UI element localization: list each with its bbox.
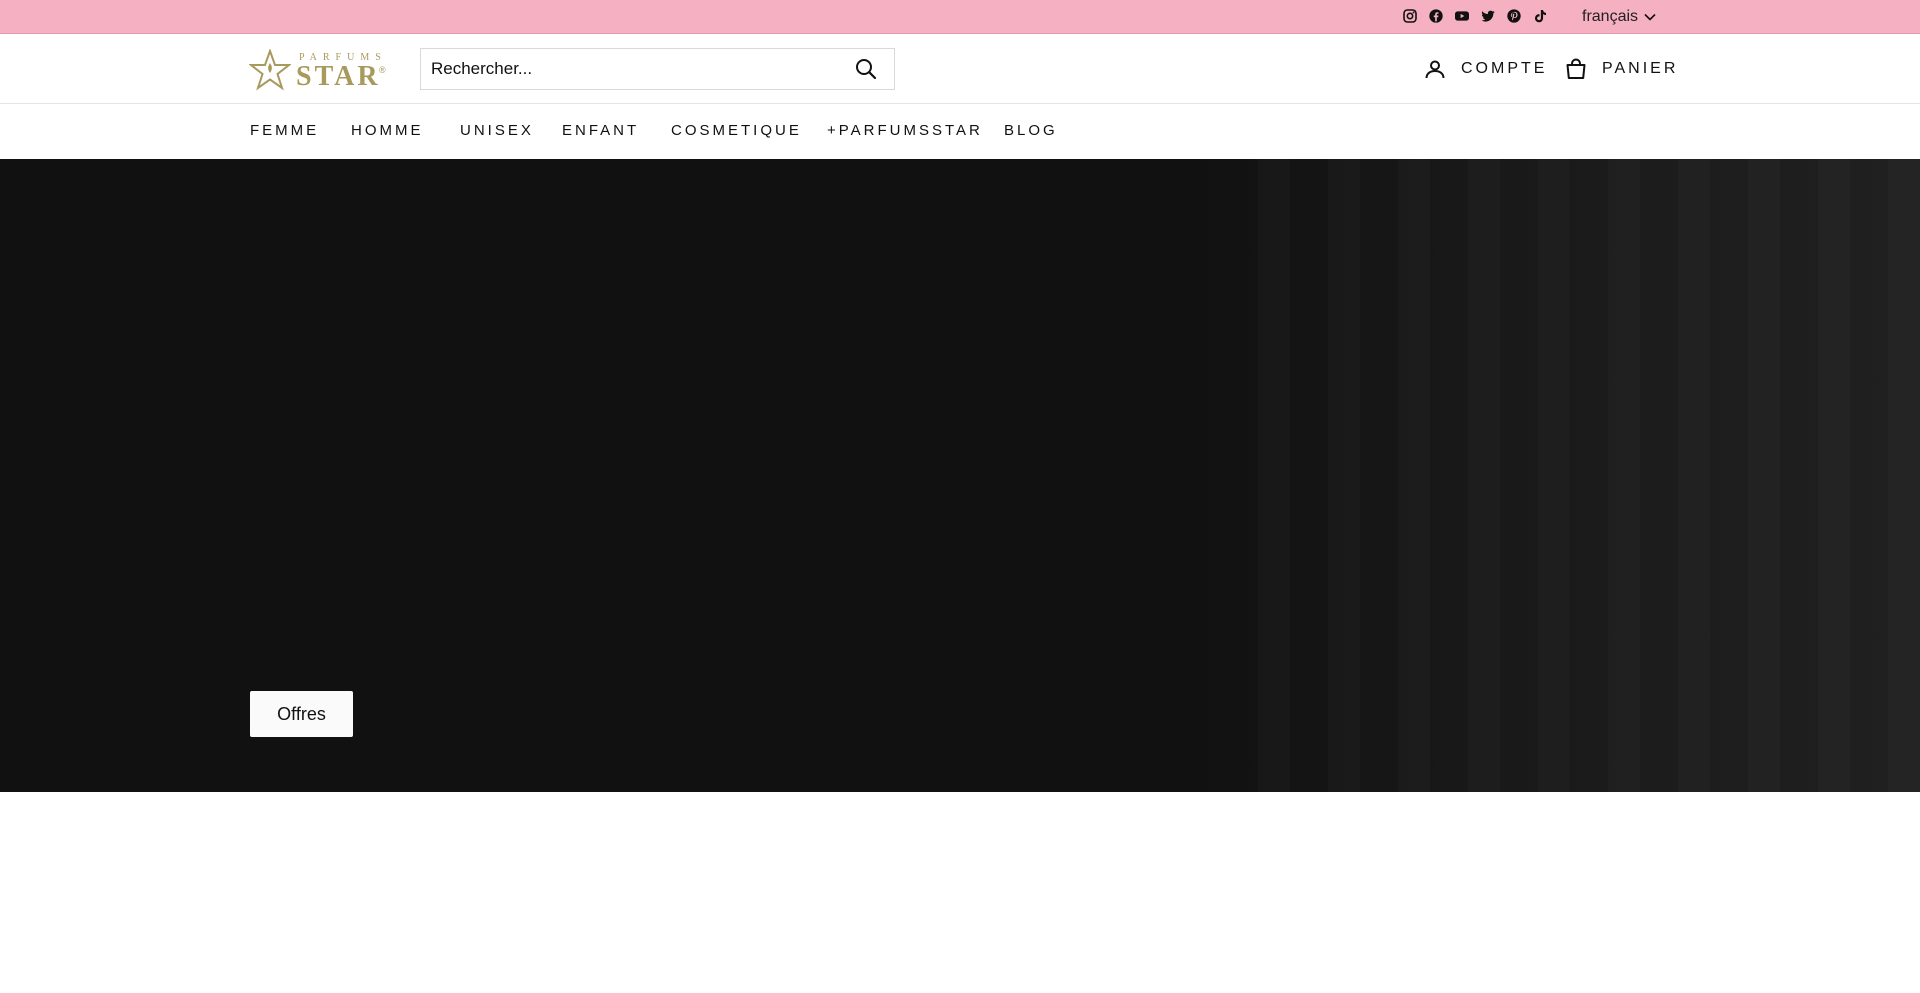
star-logo-icon <box>249 49 291 91</box>
language-selector[interactable]: français <box>1582 7 1656 27</box>
chevron-down-icon <box>1644 13 1656 21</box>
shopping-bag-icon <box>1566 58 1586 79</box>
language-label: français <box>1582 8 1639 25</box>
search-button[interactable] <box>838 49 894 89</box>
hero-banner: Offres <box>0 159 1920 792</box>
account-link[interactable]: COMPTE <box>1423 56 1547 82</box>
twitter-icon[interactable] <box>1479 7 1497 25</box>
user-icon <box>1425 60 1445 79</box>
cart-link[interactable]: PANIER <box>1564 56 1678 82</box>
nav-item-unisex[interactable]: UNISEX <box>460 122 534 139</box>
site-header: PARFUMS STAR ® COMPTE PANIER <box>0 34 1920 104</box>
logo-main-text: STAR <box>296 61 381 92</box>
youtube-icon[interactable] <box>1453 7 1471 25</box>
facebook-icon[interactable] <box>1427 7 1445 25</box>
nav-item-blog[interactable]: BLOG <box>1004 122 1058 139</box>
account-label: COMPTE <box>1461 60 1548 77</box>
main-nav: FEMME HOMME UNISEX ENFANT COSMETIQUE +PA… <box>0 105 1920 159</box>
nav-item-enfant[interactable]: ENFANT <box>562 122 639 139</box>
search-input[interactable] <box>421 49 838 89</box>
pinterest-icon[interactable] <box>1505 7 1523 25</box>
logo-registered-mark: ® <box>379 65 386 75</box>
tiktok-icon[interactable] <box>1531 7 1549 25</box>
instagram-icon[interactable] <box>1401 7 1419 25</box>
offers-button[interactable]: Offres <box>250 691 353 737</box>
announcement-bar: français <box>0 0 1920 34</box>
nav-item-homme[interactable]: HOMME <box>351 122 424 139</box>
search-form <box>420 48 895 90</box>
cart-label: PANIER <box>1602 60 1679 77</box>
nav-item-femme[interactable]: FEMME <box>250 122 319 139</box>
nav-item-parfumsstar[interactable]: +PARFUMSSTAR <box>827 122 983 139</box>
logo[interactable]: PARFUMS STAR ® <box>249 49 391 91</box>
search-icon <box>856 59 877 80</box>
nav-item-cosmetique[interactable]: COSMETIQUE <box>671 122 802 139</box>
social-links <box>1401 7 1549 25</box>
hero-background-texture <box>1220 159 1920 792</box>
